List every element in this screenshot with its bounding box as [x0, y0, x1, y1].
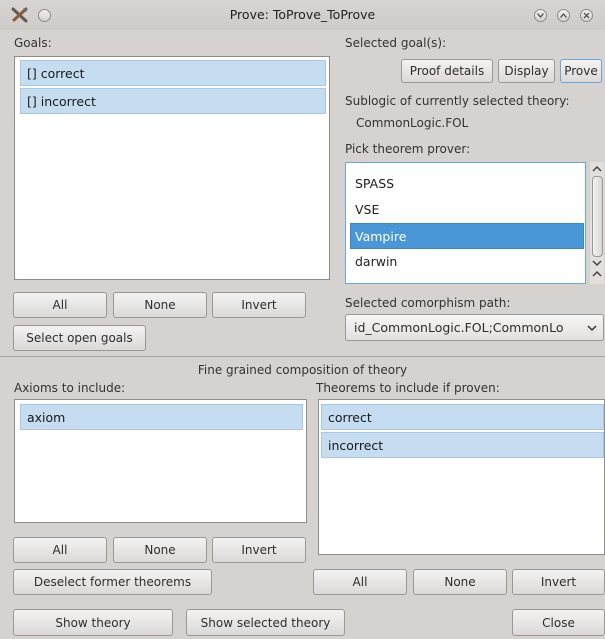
- prover-list[interactable]: SPASS VSE Vampire darwin: [345, 162, 586, 284]
- close-icon: [583, 12, 590, 19]
- prover-item-clipped: [346, 163, 585, 171]
- scroll-down-icon[interactable]: [592, 260, 602, 267]
- sublogic-value: CommonLogic.FOL: [356, 116, 469, 130]
- prove-button[interactable]: Prove: [560, 59, 602, 83]
- minimize-button[interactable]: [534, 9, 547, 22]
- show-theory-button[interactable]: Show theory: [13, 609, 173, 636]
- goals-all-button[interactable]: All: [13, 292, 107, 318]
- goals-list[interactable]: [] correct [] incorrect: [14, 56, 330, 280]
- window-title: Prove: ToProve_ToProve: [229, 7, 376, 22]
- axioms-all-button[interactable]: All: [13, 537, 107, 563]
- chevron-up-icon: [560, 13, 567, 18]
- axioms-invert-button[interactable]: Invert: [212, 537, 306, 563]
- selected-goals-label: Selected goal(s):: [345, 36, 447, 50]
- close-button[interactable]: Close: [512, 609, 605, 636]
- theorems-list[interactable]: correct incorrect: [318, 399, 605, 555]
- theorems-all-button[interactable]: All: [313, 569, 407, 595]
- axioms-list[interactable]: axiom: [14, 399, 307, 523]
- composition-heading: Fine grained composition of theory: [197, 363, 408, 377]
- select-open-goals-button[interactable]: Select open goals: [13, 325, 146, 351]
- display-button[interactable]: Display: [498, 59, 555, 83]
- chevron-down-icon: [537, 13, 544, 18]
- prover-item[interactable]: VSE: [346, 197, 585, 223]
- prover-item[interactable]: SPASS: [346, 171, 585, 197]
- sublogic-label: Sublogic of currently selected theory:: [345, 94, 570, 108]
- prover-item-selected[interactable]: Vampire: [350, 223, 584, 249]
- goals-invert-button[interactable]: Invert: [212, 292, 306, 318]
- comorphism-select[interactable]: id_CommonLogic.FOL;CommonLo: [345, 314, 604, 341]
- scroll-up-icon[interactable]: [592, 270, 602, 277]
- show-selected-theory-button[interactable]: Show selected theory: [186, 609, 345, 636]
- goals-label: Goals:: [14, 36, 52, 50]
- comorphism-label: Selected comorphism path:: [345, 296, 511, 310]
- axioms-label: Axioms to include:: [14, 381, 126, 395]
- theorems-label: Theorems to include if proven:: [316, 381, 500, 395]
- axioms-none-button[interactable]: None: [113, 537, 207, 563]
- scroll-up-icon[interactable]: [592, 165, 602, 172]
- goal-item[interactable]: [] correct: [20, 60, 326, 86]
- theorem-item[interactable]: incorrect: [321, 432, 604, 458]
- section-divider: [0, 356, 605, 357]
- close-window-button[interactable]: [580, 9, 593, 22]
- proof-details-button[interactable]: Proof details: [401, 59, 493, 83]
- theorems-invert-button[interactable]: Invert: [512, 569, 605, 595]
- theorems-none-button[interactable]: None: [413, 569, 507, 595]
- prover-label: Pick theorem prover:: [345, 142, 471, 156]
- goal-item[interactable]: [] incorrect: [20, 88, 326, 114]
- chevron-down-icon: [587, 325, 597, 332]
- axiom-item[interactable]: axiom: [20, 404, 303, 430]
- scrollbar-thumb[interactable]: [592, 176, 603, 257]
- comorphism-value: id_CommonLogic.FOL;CommonLo: [354, 320, 564, 335]
- goals-none-button[interactable]: None: [113, 292, 207, 318]
- maximize-button[interactable]: [557, 9, 570, 22]
- prover-scrollbar[interactable]: [590, 162, 604, 284]
- deselect-former-theorems-button[interactable]: Deselect former theorems: [13, 569, 212, 595]
- theorem-item[interactable]: correct: [321, 404, 604, 430]
- prover-item[interactable]: darwin: [346, 249, 585, 275]
